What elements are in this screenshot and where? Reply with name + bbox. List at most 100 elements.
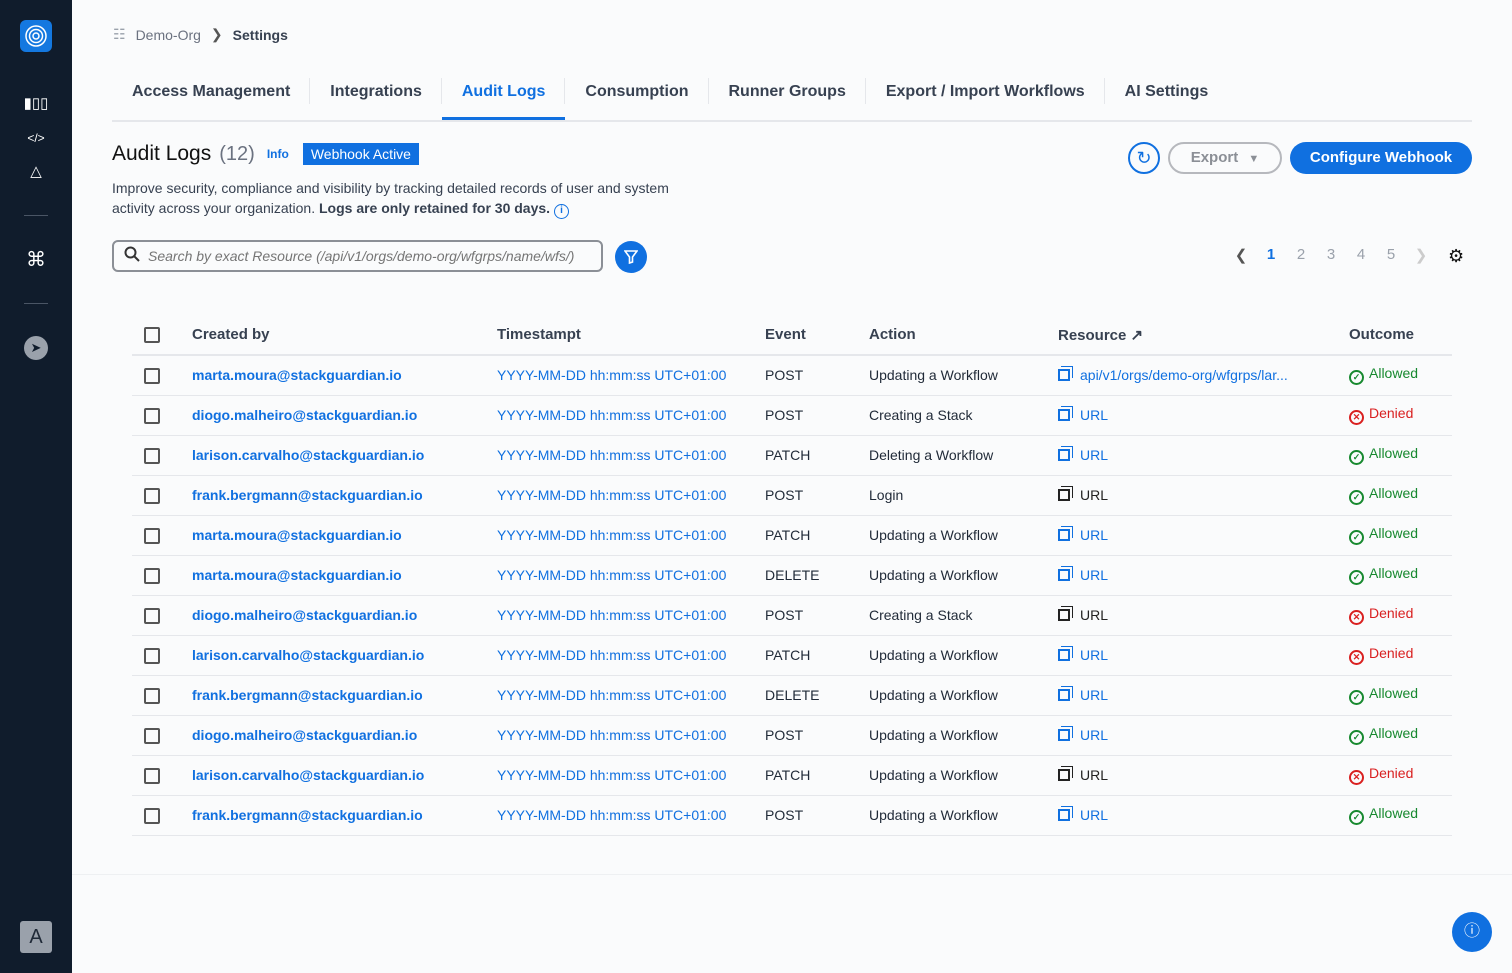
dashboard-icon[interactable]: ▮▯▯ (22, 92, 50, 116)
help-button[interactable]: ⓘ (1452, 912, 1492, 952)
copy-icon[interactable] (1058, 449, 1070, 461)
resource-link[interactable]: URL (1080, 687, 1108, 703)
row-checkbox[interactable] (144, 568, 160, 584)
resource-link[interactable]: URL (1080, 647, 1108, 663)
refresh-button[interactable]: ↻ (1128, 142, 1160, 174)
resource-link[interactable]: URL (1080, 727, 1108, 743)
created-by-link[interactable]: larison.carvalho@stackguardian.io (192, 447, 424, 463)
col-timestamp[interactable]: Timestampt (497, 315, 765, 355)
resource-link[interactable]: URL (1080, 567, 1108, 583)
created-by-link[interactable]: frank.bergmann@stackguardian.io (192, 687, 423, 703)
resource-link[interactable]: URL (1080, 527, 1108, 543)
col-event[interactable]: Event (765, 315, 869, 355)
created-by-link[interactable]: diogo.malheiro@stackguardian.io (192, 407, 417, 423)
search-input[interactable] (148, 248, 588, 264)
page-4[interactable]: 4 (1346, 246, 1376, 264)
created-by-link[interactable]: frank.bergmann@stackguardian.io (192, 807, 423, 823)
configure-webhook-button[interactable]: Configure Webhook (1290, 142, 1472, 174)
breadcrumb-org[interactable]: Demo-Org (136, 27, 201, 43)
copy-icon[interactable] (1058, 409, 1070, 421)
timestamp[interactable]: YYYY-MM-DD hh:mm:ss UTC+01:00 (497, 567, 726, 583)
prev-page-icon[interactable]: ❮ (1226, 246, 1256, 264)
tab-access-management[interactable]: Access Management (112, 72, 310, 120)
row-checkbox[interactable] (144, 808, 160, 824)
launch-icon[interactable]: ➤ (24, 336, 48, 360)
export-dropdown[interactable]: Export ▼ (1168, 142, 1282, 174)
table-settings-gear-icon[interactable]: ⚙ (1448, 246, 1464, 267)
info-icon[interactable]: i (554, 204, 569, 219)
webhook-status-badge: Webhook Active (303, 143, 419, 165)
created-by-link[interactable]: larison.carvalho@stackguardian.io (192, 767, 424, 783)
copy-icon[interactable] (1058, 609, 1070, 621)
row-checkbox[interactable] (144, 488, 160, 504)
timestamp[interactable]: YYYY-MM-DD hh:mm:ss UTC+01:00 (497, 607, 726, 623)
filter-button[interactable] (615, 241, 647, 273)
timestamp[interactable]: YYYY-MM-DD hh:mm:ss UTC+01:00 (497, 647, 726, 663)
external-link-icon[interactable]: ↗ (1131, 327, 1144, 344)
tab-runner-groups[interactable]: Runner Groups (709, 72, 866, 120)
row-checkbox[interactable] (144, 608, 160, 624)
timestamp[interactable]: YYYY-MM-DD hh:mm:ss UTC+01:00 (497, 447, 726, 463)
page-1[interactable]: 1 (1256, 246, 1286, 264)
tab-consumption[interactable]: Consumption (565, 72, 708, 120)
tab-audit-logs[interactable]: Audit Logs (442, 72, 566, 120)
next-page-icon[interactable]: ❯ (1406, 246, 1436, 264)
timestamp[interactable]: YYYY-MM-DD hh:mm:ss UTC+01:00 (497, 527, 726, 543)
created-by-link[interactable]: diogo.malheiro@stackguardian.io (192, 727, 417, 743)
copy-icon[interactable] (1058, 489, 1070, 501)
page-2[interactable]: 2 (1286, 246, 1316, 264)
command-icon[interactable]: ⌘ (22, 248, 50, 272)
timestamp[interactable]: YYYY-MM-DD hh:mm:ss UTC+01:00 (497, 807, 726, 823)
copy-icon[interactable] (1058, 369, 1070, 381)
tab-ai-settings[interactable]: AI Settings (1105, 72, 1229, 120)
created-by-link[interactable]: marta.moura@stackguardian.io (192, 567, 402, 583)
col-created-by[interactable]: Created by (192, 315, 497, 355)
code-icon[interactable]: </> (22, 126, 50, 150)
resource-link[interactable]: URL (1080, 447, 1108, 463)
tab-integrations[interactable]: Integrations (310, 72, 442, 120)
timestamp[interactable]: YYYY-MM-DD hh:mm:ss UTC+01:00 (497, 687, 726, 703)
row-checkbox[interactable] (144, 368, 160, 384)
created-by-link[interactable]: larison.carvalho@stackguardian.io (192, 647, 424, 663)
select-all-checkbox[interactable] (144, 327, 160, 343)
page-5[interactable]: 5 (1376, 246, 1406, 264)
resource-link[interactable]: URL (1080, 807, 1108, 823)
created-by-link[interactable]: frank.bergmann@stackguardian.io (192, 487, 423, 503)
resource-link[interactable]: URL (1080, 407, 1108, 423)
col-action[interactable]: Action (869, 315, 1058, 355)
row-checkbox[interactable] (144, 688, 160, 704)
audit-log-table: Created by Timestampt Event Action Resou… (132, 315, 1452, 836)
col-outcome[interactable]: Outcome (1349, 315, 1452, 355)
col-resource[interactable]: Resource ↗ (1058, 315, 1349, 355)
row-checkbox[interactable] (144, 528, 160, 544)
copy-icon[interactable] (1058, 529, 1070, 541)
created-by-link[interactable]: marta.moura@stackguardian.io (192, 367, 402, 383)
row-checkbox[interactable] (144, 648, 160, 664)
timestamp[interactable]: YYYY-MM-DD hh:mm:ss UTC+01:00 (497, 487, 726, 503)
copy-icon[interactable] (1058, 689, 1070, 701)
copy-icon[interactable] (1058, 769, 1070, 781)
row-checkbox[interactable] (144, 728, 160, 744)
copy-icon[interactable] (1058, 809, 1070, 821)
created-by-link[interactable]: marta.moura@stackguardian.io (192, 527, 402, 543)
timestamp[interactable]: YYYY-MM-DD hh:mm:ss UTC+01:00 (497, 767, 726, 783)
info-link[interactable]: Info (267, 147, 289, 161)
timestamp[interactable]: YYYY-MM-DD hh:mm:ss UTC+01:00 (497, 367, 726, 383)
created-by-link[interactable]: diogo.malheiro@stackguardian.io (192, 607, 417, 623)
row-checkbox[interactable] (144, 408, 160, 424)
copy-icon[interactable] (1058, 649, 1070, 661)
row-checkbox[interactable] (144, 448, 160, 464)
resource-link[interactable]: api/v1/orgs/demo-org/wfgrps/lar... (1080, 367, 1288, 383)
timestamp[interactable]: YYYY-MM-DD hh:mm:ss UTC+01:00 (497, 727, 726, 743)
row-checkbox[interactable] (144, 768, 160, 784)
event: POST (765, 727, 803, 743)
copy-icon[interactable] (1058, 729, 1070, 741)
tab-export-import-workflows[interactable]: Export / Import Workflows (866, 72, 1105, 120)
copy-icon[interactable] (1058, 569, 1070, 581)
app-logo[interactable] (20, 20, 52, 52)
rocket-icon[interactable]: △ (22, 160, 50, 184)
page-3[interactable]: 3 (1316, 246, 1346, 264)
timestamp[interactable]: YYYY-MM-DD hh:mm:ss UTC+01:00 (497, 407, 726, 423)
event: DELETE (765, 567, 819, 583)
user-avatar[interactable]: A (20, 921, 52, 953)
